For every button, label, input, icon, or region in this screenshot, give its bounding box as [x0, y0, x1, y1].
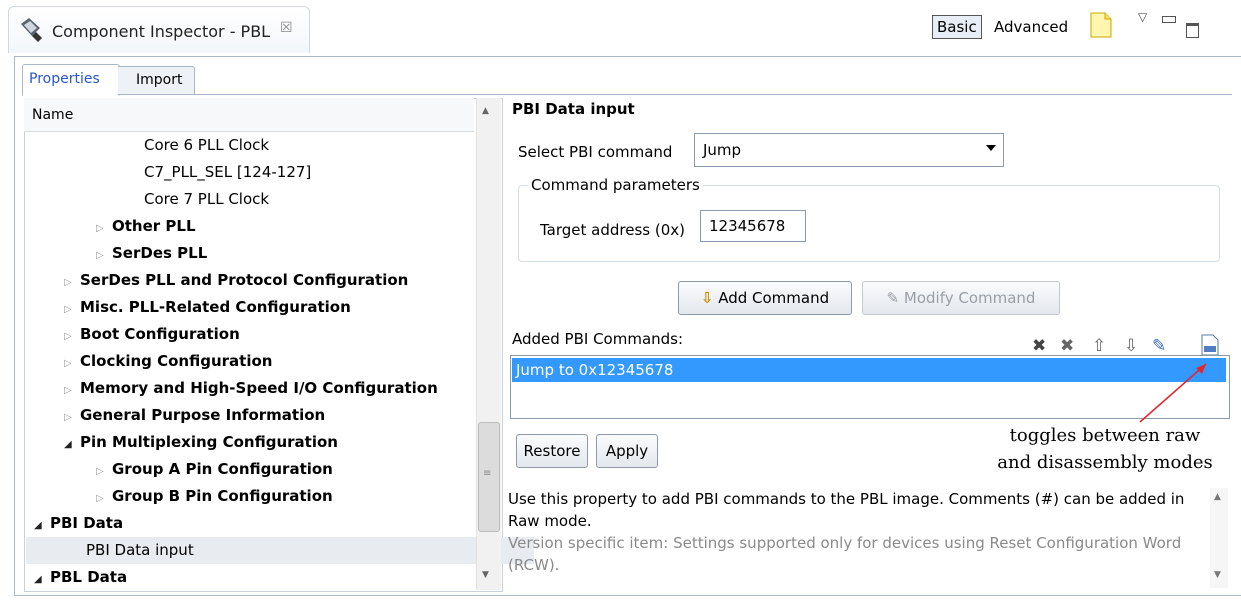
advanced-mode-button[interactable]: Advanced [994, 16, 1068, 38]
scroll-up-icon[interactable]: ▲ [1214, 492, 1221, 502]
tree-row-label: Group B Pin Configuration [112, 487, 333, 505]
edit-icon[interactable]: ✎ [1152, 336, 1166, 356]
scroll-up-icon[interactable]: ▲ [482, 106, 489, 116]
collapsed-icon[interactable]: ▷ [96, 458, 104, 485]
annotation-arrow [1139, 363, 1207, 423]
tree-row-label: Group A Pin Configuration [112, 460, 333, 478]
tree-row[interactable]: ◢ Pin Multiplexing Configuration [64, 429, 338, 456]
tree-row[interactable]: ▷ Group A Pin Configuration [96, 456, 333, 483]
tree-row[interactable]: C7_PLL_SEL [124-127] [144, 159, 311, 186]
added-commands-label: Added PBI Commands: [512, 330, 684, 348]
tree-row-label: Clocking Configuration [80, 352, 273, 370]
collapsed-icon[interactable]: ▷ [64, 404, 72, 431]
basic-mode-button[interactable]: Basic [932, 15, 982, 39]
close-icon[interactable]: ☒ [280, 20, 293, 36]
tree-row[interactable]: Core 6 PLL Clock [144, 132, 269, 159]
target-address-label: Target address (0x) [540, 221, 685, 239]
pbi-command-select[interactable]: Jump [694, 133, 1004, 167]
tree-row-label: Misc. PLL-Related Configuration [80, 298, 351, 316]
modify-command-button[interactable]: ✎ Modify Command [862, 281, 1060, 315]
description-panel: Use this property to add PBI commands to… [508, 488, 1214, 588]
expanded-icon[interactable]: ◢ [34, 512, 42, 539]
tab-import-label: Import [136, 72, 183, 88]
tree-row[interactable]: ▷ Misc. PLL-Related Configuration [64, 294, 351, 321]
arrow-down-icon: ⇩ [700, 289, 714, 307]
target-address-input[interactable]: 12345678 [700, 210, 806, 242]
tree-row-label: Pin Multiplexing Configuration [80, 433, 338, 451]
tab-bar [22, 64, 1232, 95]
command-parameters-title: Command parameters [528, 176, 703, 194]
tree-row[interactable]: ▷ SerDes PLL [96, 240, 207, 267]
annotation-line-2: and disassembly modes [997, 452, 1213, 473]
edit-icon: ✎ [886, 289, 900, 307]
move-down-icon[interactable]: ⇩ [1124, 336, 1138, 356]
description-text: Use this property to add PBI commands to… [508, 490, 1185, 530]
tree-row[interactable]: ▷ General Purpose Information [64, 402, 325, 429]
delete-all-icon[interactable]: ✖ [1060, 336, 1074, 356]
tree-row[interactable]: ▷ Clocking Configuration [64, 348, 272, 375]
tree-row[interactable]: ▷ Group B Pin Configuration [96, 483, 333, 510]
tree-row[interactable]: ▷ Boot Configuration [64, 321, 240, 348]
collapsed-icon[interactable]: ▷ [64, 323, 72, 350]
select-value: Jump [703, 141, 742, 159]
section-heading: PBI Data input [512, 100, 635, 118]
maximize-icon[interactable] [1186, 23, 1199, 38]
tree-row[interactable]: ▷ SerDes PLL and Protocol Configuration [64, 267, 408, 294]
tab-import[interactable]: Import [118, 66, 195, 95]
collapsed-icon[interactable]: ▷ [64, 296, 72, 323]
note-icon[interactable] [1090, 12, 1112, 38]
tree-column-header[interactable]: Name [24, 98, 474, 132]
tab-properties-label: Properties [29, 71, 100, 87]
expanded-icon[interactable]: ◢ [64, 431, 72, 458]
tree-row[interactable]: ▷ Other PLL [96, 213, 196, 240]
tree-row-label: PBL Data [50, 568, 128, 586]
collapsed-icon[interactable]: ▷ [96, 485, 104, 512]
target-address-value: 12345678 [709, 217, 786, 235]
tree-row-label: Core 6 PLL Clock [144, 136, 270, 154]
inspector-icon [21, 18, 42, 42]
tree-row-label: SerDes PLL and Protocol Configuration [80, 271, 409, 289]
tree-row-label: PBI Data input [86, 541, 194, 559]
version-note: Version specific item: Settings supporte… [508, 534, 1182, 574]
add-command-button[interactable]: ⇩ Add Command [678, 281, 852, 315]
tree-row-label: Core 7 PLL Clock [144, 190, 270, 208]
select-command-label: Select PBI command [518, 143, 673, 161]
raw-toggle-icon[interactable] [1200, 334, 1220, 356]
collapsed-icon[interactable]: ▷ [64, 350, 72, 377]
tree-row-label: PBI Data [50, 514, 124, 532]
command-text: Jump to 0x12345678 [516, 361, 674, 379]
modify-command-label: Modify Command [903, 289, 1036, 307]
chevron-down-icon[interactable] [986, 145, 996, 151]
collapsed-icon[interactable]: ▷ [64, 269, 72, 296]
tree-row[interactable]: PBI Data input [26, 537, 534, 564]
scroll-down-icon[interactable]: ▼ [482, 570, 489, 580]
delete-icon[interactable]: ✖ [1032, 336, 1046, 356]
tree-row-label: SerDes PLL [112, 244, 208, 262]
tree-row-label: Memory and High-Speed I/O Configuration [80, 379, 438, 397]
apply-button[interactable]: Apply [596, 434, 658, 468]
annotation-text: toggles between raw and disassembly mode… [985, 422, 1225, 476]
collapsed-icon[interactable]: ▷ [64, 377, 72, 404]
collapsed-icon[interactable]: ▷ [96, 215, 104, 242]
scroll-down-icon[interactable]: ▼ [1214, 570, 1221, 580]
add-command-label: Add Command [718, 289, 830, 307]
tree-row[interactable]: Core 7 PLL Clock [144, 186, 269, 213]
collapsed-icon[interactable]: ▷ [96, 242, 104, 269]
view-menu-icon[interactable]: ▽ [1138, 10, 1147, 24]
tree-row[interactable]: ▷ Memory and High-Speed I/O Configuration [64, 375, 438, 402]
name-column-label: Name [32, 107, 74, 123]
tree-row-label: Boot Configuration [80, 325, 240, 343]
scroll-grip-icon: ≡ [483, 468, 492, 479]
tree-row-label: Other PLL [112, 217, 196, 235]
tree-row-label: General Purpose Information [80, 406, 326, 424]
move-up-icon[interactable]: ⇧ [1092, 336, 1106, 356]
tree-row[interactable]: ◢ PBL Data [34, 564, 127, 591]
minimize-icon[interactable] [1162, 16, 1176, 23]
tree-row-label: C7_PLL_SEL [124-127] [144, 163, 312, 181]
view-title: Component Inspector - PBL [52, 22, 271, 41]
restore-button[interactable]: Restore [516, 434, 588, 468]
tree-row[interactable]: ◢ PBI Data [34, 510, 123, 537]
tab-properties[interactable]: Properties [22, 64, 120, 96]
expanded-icon[interactable]: ◢ [34, 566, 42, 593]
